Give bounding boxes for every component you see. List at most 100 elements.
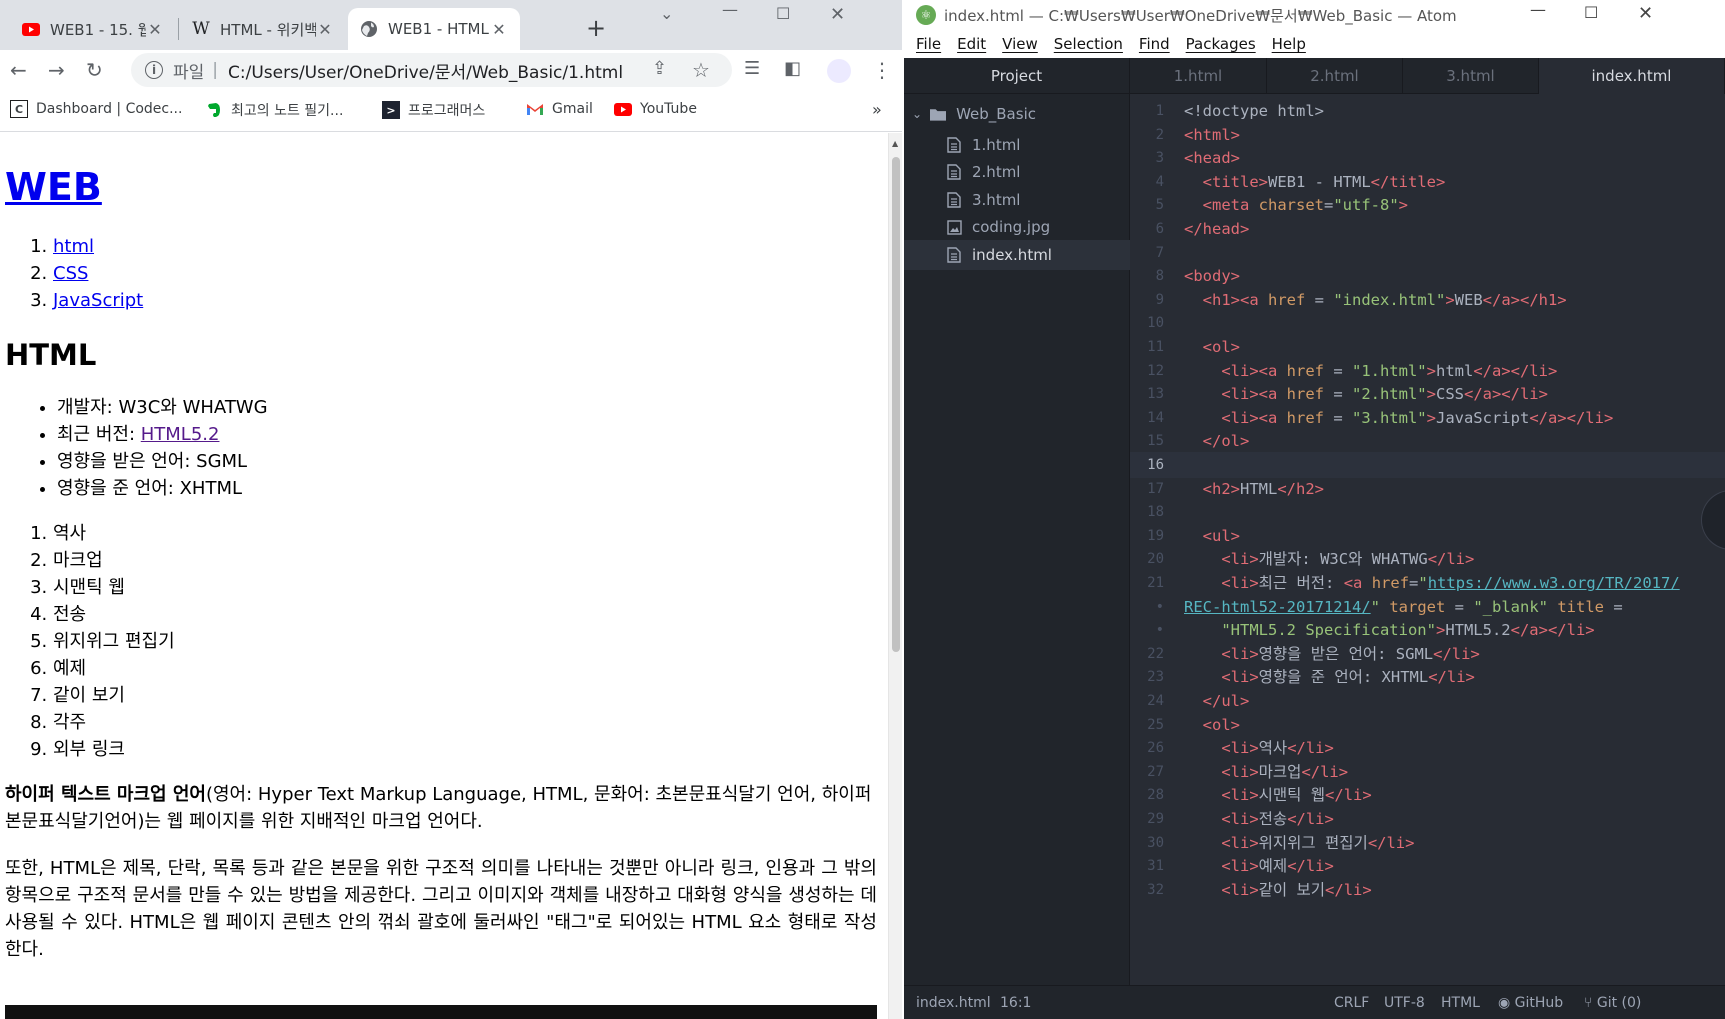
menu-find[interactable]: Find bbox=[1139, 35, 1170, 53]
status-file[interactable]: index.html bbox=[916, 995, 991, 1011]
bookmark-programmers[interactable]: > 프로그래머스 bbox=[382, 100, 485, 120]
tab-web1-html-active[interactable]: WEB1 - HTML ✕ bbox=[348, 8, 520, 50]
code-token: </title> bbox=[1370, 172, 1446, 191]
code-token: 최근 버전: bbox=[1258, 574, 1344, 592]
status-grammar[interactable]: HTML bbox=[1441, 995, 1480, 1011]
menu-view[interactable]: View bbox=[1002, 35, 1038, 53]
tree-file-3-html[interactable]: 3.html bbox=[904, 185, 1130, 215]
html52-link[interactable]: HTML5.2 bbox=[141, 424, 220, 445]
scrollbar-thumb[interactable] bbox=[892, 157, 900, 652]
close-tab-icon[interactable]: ✕ bbox=[490, 20, 508, 39]
code-editor[interactable]: <!doctype html> 1 <html> 2 <head> 3 <title>WE… bbox=[1130, 94, 1725, 985]
line-number: 2 bbox=[1155, 126, 1164, 143]
code-token: 마크업 bbox=[1258, 762, 1302, 781]
line-number: 15 bbox=[1147, 433, 1164, 450]
code-token: 개발자: W3C와 WHATWG bbox=[1258, 550, 1428, 569]
code-token: </a></h1> bbox=[1482, 290, 1567, 309]
bookmark-evernote[interactable]: 최고의 노트 필기... bbox=[205, 100, 343, 120]
info-icon[interactable]: i bbox=[145, 61, 163, 79]
line-number: 7 bbox=[1155, 244, 1164, 261]
minimize-icon[interactable]: — bbox=[1530, 0, 1546, 19]
project-tab[interactable]: Project bbox=[904, 58, 1129, 94]
menu-help[interactable]: Help bbox=[1272, 35, 1306, 53]
nav-link-javascript[interactable]: JavaScript bbox=[53, 290, 143, 311]
gmail-icon bbox=[526, 100, 544, 118]
code-token: HTML5.2 bbox=[1445, 621, 1511, 640]
folder-web-basic[interactable]: ⌄ Web_Basic bbox=[904, 99, 1130, 129]
bookmark-gmail[interactable]: Gmail bbox=[526, 100, 593, 118]
code-token: href bbox=[1286, 408, 1324, 427]
editor-tab-1-html[interactable]: 1.html bbox=[1130, 58, 1267, 94]
code-token: </a></li> bbox=[1510, 621, 1595, 640]
forward-arrow-icon[interactable]: → bbox=[48, 58, 65, 82]
atom-titlebar: ⚛ index.html — C:₩Users₩User₩OneDrive₩문서… bbox=[904, 0, 1725, 30]
menu-file[interactable]: File bbox=[916, 35, 941, 53]
line-number: 12 bbox=[1147, 362, 1164, 379]
bookmark-youtube[interactable]: YouTube bbox=[614, 100, 697, 118]
page-scrollbar[interactable]: ▲ bbox=[888, 133, 902, 1019]
code-token: </head> bbox=[1184, 220, 1250, 238]
reading-list-icon[interactable]: ☰ bbox=[744, 58, 760, 79]
code-line: <li>영향을 준 언어: XHTML</li> bbox=[1130, 664, 1725, 690]
bookmark-label: Gmail bbox=[552, 101, 593, 117]
home-link[interactable]: WEB bbox=[5, 165, 102, 209]
chevron-down-icon: ⌄ bbox=[912, 107, 923, 121]
minimize-icon[interactable]: — bbox=[722, 0, 738, 19]
nav-link-html[interactable]: html bbox=[53, 236, 94, 257]
close-window-icon[interactable]: ✕ bbox=[830, 4, 845, 25]
menu-packages[interactable]: Packages bbox=[1186, 35, 1256, 53]
line-number: • bbox=[1155, 598, 1164, 615]
menu-selection[interactable]: Selection bbox=[1054, 35, 1123, 53]
code-token: = bbox=[1323, 361, 1352, 380]
editor-tab-3-html[interactable]: 3.html bbox=[1403, 58, 1539, 94]
toc-item: 예제 bbox=[53, 655, 883, 682]
tree-file-2-html[interactable]: 2.html bbox=[904, 157, 1130, 187]
share-icon[interactable]: ⇪ bbox=[652, 58, 667, 79]
code-token: "index.html" bbox=[1333, 290, 1446, 309]
close-tab-icon[interactable]: ✕ bbox=[146, 20, 164, 39]
status-line-ending[interactable]: CRLF bbox=[1334, 995, 1369, 1011]
address-bar[interactable]: i 파일 | C:/Users/User/OneDrive/문서/Web_Bas… bbox=[131, 53, 732, 87]
editor-tab-index-html[interactable]: index.html bbox=[1539, 58, 1725, 94]
code-token: " bbox=[1418, 574, 1428, 592]
coding-image-top bbox=[5, 1005, 877, 1019]
reload-icon[interactable]: ↻ bbox=[86, 58, 103, 82]
tree-file-coding-jpg[interactable]: coding.jpg bbox=[904, 212, 1130, 242]
bookmarks-overflow-chevron[interactable]: » bbox=[872, 100, 882, 119]
new-tab-button[interactable]: + bbox=[586, 14, 606, 42]
code-line: <!doctype html> bbox=[1130, 98, 1725, 124]
tab-wikipedia-html[interactable]: W HTML - 위키백과 ✕ bbox=[180, 8, 346, 50]
atom-logo-icon: ⚛ bbox=[916, 5, 936, 25]
maximize-icon[interactable]: ☐ bbox=[1584, 3, 1598, 22]
tree-file-1-html[interactable]: 1.html bbox=[904, 130, 1130, 160]
scroll-up-icon[interactable]: ▲ bbox=[892, 139, 898, 148]
bookmark-codecademy[interactable]: C Dashboard | Codec... bbox=[10, 100, 182, 118]
side-panel-icon[interactable]: ◧ bbox=[784, 58, 801, 79]
address-url[interactable]: C:/Users/User/OneDrive/문서/Web_Basic/1.ht… bbox=[228, 58, 623, 83]
profile-avatar[interactable] bbox=[827, 59, 851, 83]
tab-youtube-web1[interactable]: WEB1 - 15. 웹사 ✕ bbox=[10, 8, 176, 50]
tab-search-chevron-icon[interactable]: ⌄ bbox=[660, 4, 673, 23]
editor-tab-2-html[interactable]: 2.html bbox=[1267, 58, 1403, 94]
status-encoding[interactable]: UTF-8 bbox=[1384, 995, 1425, 1011]
status-bar: index.html 16:1 CRLF UTF-8 HTML ◉ GitHub… bbox=[904, 985, 1725, 1019]
bookmark-star-icon[interactable]: ☆ bbox=[692, 58, 710, 82]
code-token: "2.html" bbox=[1351, 385, 1427, 404]
back-arrow-icon[interactable]: ← bbox=[10, 58, 27, 82]
tree-file-index-html[interactable]: index.html bbox=[904, 239, 1130, 270]
nav-link-css[interactable]: CSS bbox=[53, 263, 88, 284]
code-token: </ol> bbox=[1202, 432, 1250, 451]
maximize-icon[interactable]: ☐ bbox=[776, 4, 790, 23]
menu-edit[interactable]: Edit bbox=[957, 35, 986, 53]
close-window-icon[interactable]: ✕ bbox=[1638, 3, 1653, 24]
more-menu-icon[interactable]: ⋮ bbox=[872, 58, 892, 82]
code-token: href bbox=[1268, 290, 1306, 309]
github-status[interactable]: ◉ GitHub bbox=[1498, 995, 1563, 1011]
status-cursor[interactable]: 16:1 bbox=[1000, 995, 1031, 1011]
git-status[interactable]: ⑂ Git (0) bbox=[1584, 995, 1641, 1011]
close-tab-icon[interactable]: ✕ bbox=[316, 20, 334, 39]
